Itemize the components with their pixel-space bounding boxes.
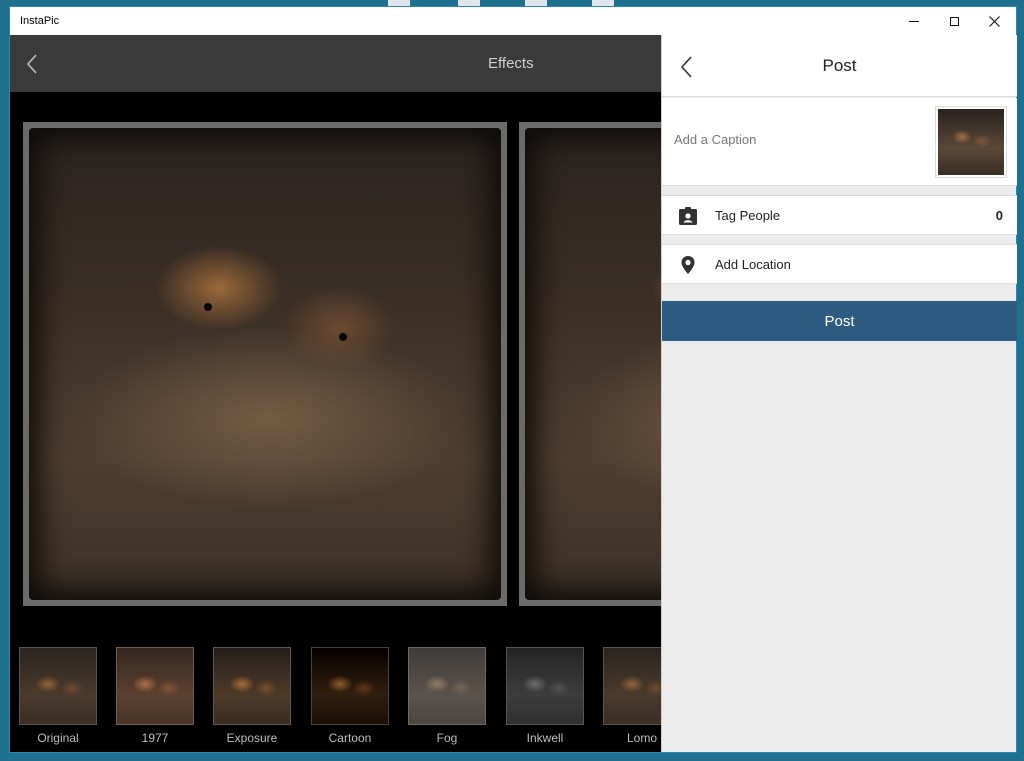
caption-row [662,98,1017,186]
tag-people-row[interactable]: Tag People 0 [662,195,1017,235]
desktop-icon [525,0,547,7]
effects-back-button[interactable] [24,53,42,75]
filter-strip: Original 1977 Exposure Cartoon Fog Inkwe… [10,647,661,752]
filter-exposure[interactable]: Exposure [213,647,291,745]
filter-thumbnail [213,647,291,725]
post-photo-thumbnail [935,106,1007,178]
filter-1977[interactable]: 1977 [116,647,194,745]
filter-thumbnail [311,647,389,725]
map-pin-icon [681,256,695,274]
effects-header: Effects [10,35,661,92]
filter-label: Inkwell [526,731,564,745]
tag-people-label: Tag People [715,208,781,223]
post-panel: Post Tag People 0 Add Location [661,35,1017,752]
filter-label: Exposure [226,731,278,745]
filter-inkwell[interactable]: Inkwell [506,647,584,745]
filter-thumbnail [408,647,486,725]
preview-photo [29,128,501,600]
effects-panel: Effects Original 1977 Exposure Cartoon F… [10,35,661,752]
filter-label: Fog [436,731,458,745]
add-location-label: Add Location [715,257,791,272]
thumbnail-image [938,109,1004,175]
preview-photo [525,128,661,600]
desktop-icon [388,0,410,7]
add-location-row[interactable]: Add Location [662,244,1017,284]
post-header: Post [662,35,1017,97]
filter-thumbnail [603,647,661,725]
minimize-icon [909,20,919,22]
desktop-icon [458,0,480,7]
effect-preview-next[interactable] [519,122,661,606]
filter-thumbnail [116,647,194,725]
app-window: InstaPic Effects Original 1977 Exposure … [10,7,1017,752]
chevron-left-icon [26,54,37,74]
app-title: InstaPic [20,15,60,27]
minimize-button[interactable] [894,7,934,35]
filter-lomo[interactable]: Lomo [603,647,661,745]
photo-detail [204,303,212,311]
filter-label: Original [37,731,79,745]
post-button[interactable]: Post [662,301,1017,341]
filter-label: 1977 [141,731,169,745]
caption-input[interactable] [674,132,924,147]
filter-cartoon[interactable]: Cartoon [311,647,389,745]
close-button[interactable] [974,7,1014,35]
post-title: Post [822,56,857,75]
maximize-icon [949,16,959,26]
desktop-icon [592,0,614,7]
tag-people-count: 0 [995,208,1003,223]
maximize-button[interactable] [934,7,974,35]
filter-original[interactable]: Original [19,647,97,745]
filter-label: Cartoon [328,731,372,745]
filter-label: Lomo [626,731,658,745]
person-badge-icon [679,207,697,225]
photo-detail [339,333,347,341]
filter-fog[interactable]: Fog [408,647,486,745]
effects-title: Effects [488,55,534,72]
filter-thumbnail [506,647,584,725]
title-bar: InstaPic [10,7,1016,35]
close-icon [988,15,1000,27]
effect-preview-main[interactable] [23,122,507,606]
filter-thumbnail [19,647,97,725]
